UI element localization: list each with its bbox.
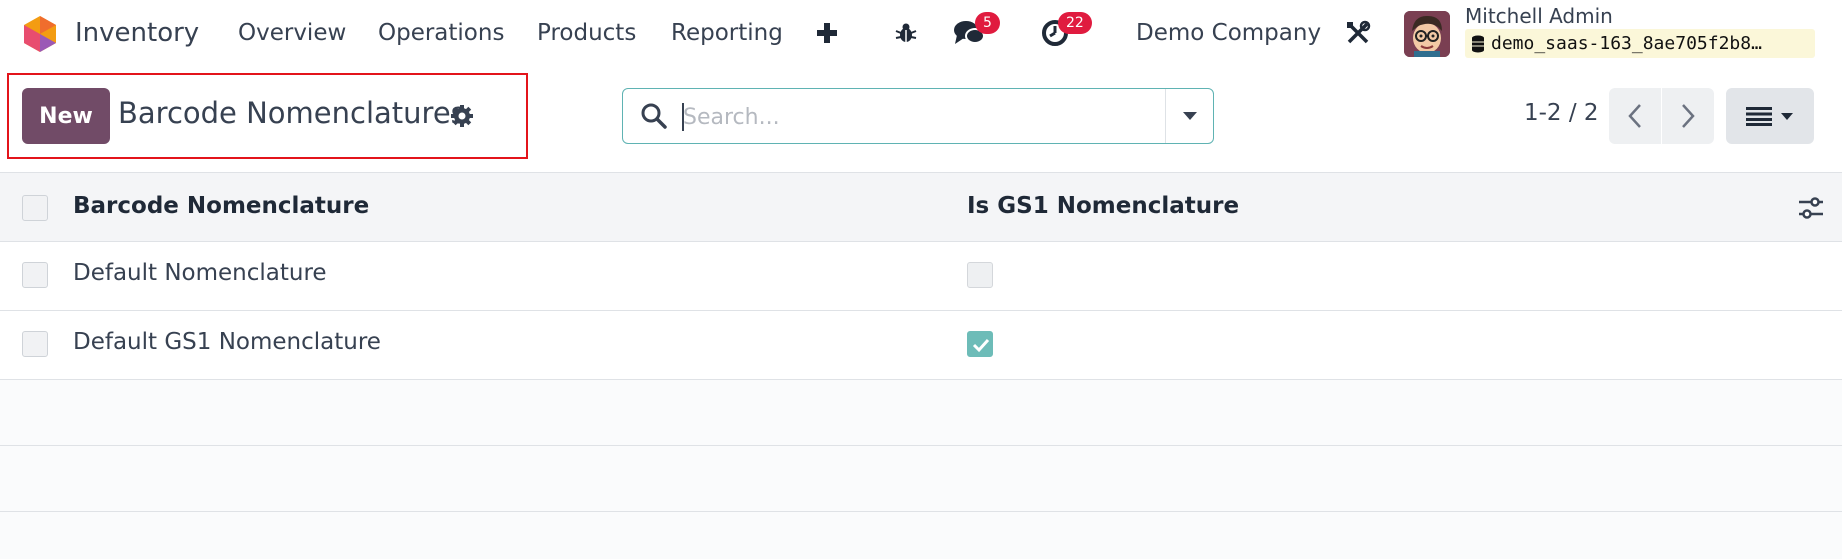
menu-products[interactable]: Products (537, 14, 636, 52)
row-checkbox[interactable] (22, 331, 48, 357)
company-switcher[interactable]: Demo Company (1136, 14, 1321, 52)
bug-icon[interactable] (893, 12, 919, 54)
pager-next-button[interactable] (1662, 88, 1714, 144)
user-name[interactable]: Mitchell Admin (1465, 4, 1613, 28)
chevron-right-icon (1680, 103, 1696, 129)
user-avatar[interactable] (1404, 11, 1450, 57)
table-row[interactable]: Default Nomenclature (0, 242, 1842, 311)
empty-row (0, 380, 1842, 446)
gear-icon[interactable] (450, 104, 474, 128)
chevron-left-icon (1627, 103, 1643, 129)
plus-icon[interactable] (814, 12, 840, 54)
database-chip: demo_saas-163_8ae705f2b8… (1465, 29, 1815, 58)
tools-icon[interactable] (1344, 12, 1372, 54)
caret-down-icon (1780, 112, 1794, 121)
nomenclature-name[interactable]: Default Nomenclature (73, 260, 327, 286)
app-logo-icon[interactable] (22, 15, 58, 53)
new-button[interactable]: New (22, 88, 110, 144)
menu-overview[interactable]: Overview (238, 14, 346, 52)
menu-reporting[interactable]: Reporting (671, 14, 783, 52)
nomenclature-name[interactable]: Default GS1 Nomenclature (73, 329, 381, 355)
search-options-toggle[interactable] (1166, 89, 1214, 143)
menu-operations[interactable]: Operations (378, 14, 504, 52)
table-row[interactable]: Default GS1 Nomenclature (0, 311, 1842, 380)
text-cursor (682, 103, 684, 131)
search-bar (622, 88, 1214, 144)
messages-badge: 5 (975, 12, 1000, 34)
database-name: demo_saas-163_8ae705f2b8… (1491, 33, 1762, 54)
empty-row (0, 446, 1842, 512)
page-title: Barcode Nomenclatures (118, 96, 466, 130)
pager-value[interactable]: 1-2 / 2 (1524, 100, 1599, 126)
is-gs1-checkbox (967, 331, 993, 357)
column-header-barcode-nomenclature[interactable]: Barcode Nomenclature (73, 193, 369, 219)
row-checkbox[interactable] (22, 262, 48, 288)
app-name[interactable]: Inventory (75, 14, 199, 52)
check-icon (972, 338, 990, 353)
view-switcher-button[interactable] (1726, 88, 1814, 144)
list-view-icon (1746, 106, 1772, 126)
search-icon (639, 101, 669, 131)
select-all-checkbox[interactable] (22, 195, 48, 221)
top-navbar: Inventory Overview Operations Products R… (0, 0, 1842, 66)
optional-columns-icon[interactable] (1797, 194, 1825, 222)
table-header: Barcode Nomenclature Is GS1 Nomenclature (0, 172, 1842, 242)
column-header-is-gs1[interactable]: Is GS1 Nomenclature (967, 193, 1239, 219)
is-gs1-checkbox (967, 262, 993, 288)
caret-down-icon (1182, 111, 1198, 121)
search-input[interactable] (683, 99, 1183, 135)
pager-previous-button[interactable] (1609, 88, 1661, 144)
database-icon (1471, 35, 1485, 53)
activities-badge: 22 (1058, 12, 1092, 34)
